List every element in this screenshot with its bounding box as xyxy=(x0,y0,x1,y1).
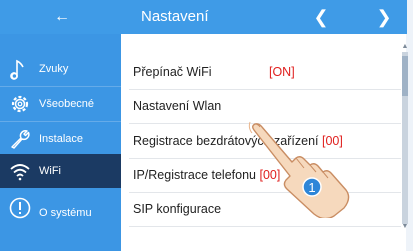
sidebar-item-o-systemu[interactable]: O systému xyxy=(0,191,121,225)
wifi-icon xyxy=(10,164,30,181)
wrench-icon xyxy=(11,130,30,149)
status-value: [ON] xyxy=(268,65,295,79)
settings-screen: ← Nastavení ❮ ❯ Zvuky Všeobecné Instalac… xyxy=(0,0,413,251)
info-icon xyxy=(9,197,31,219)
chevron-right-icon[interactable]: ❯ xyxy=(372,4,396,30)
sidebar: Zvuky Všeobecné Instalace WiFi O systému xyxy=(0,34,121,251)
chevron-left-icon[interactable]: ❮ xyxy=(309,4,333,30)
sidebar-item-label: O systému xyxy=(39,207,92,219)
sidebar-item-zvuky[interactable]: Zvuky xyxy=(0,52,121,86)
sidebar-item-label: Všeobecné xyxy=(39,98,95,110)
sidebar-item-label: Zvuky xyxy=(39,63,69,75)
hand-pointer-icon: 1 xyxy=(248,121,350,218)
sidebar-item-label: WiFi xyxy=(39,165,61,177)
page-title: Nastavení xyxy=(141,8,209,25)
sidebar-item-label: Instalace xyxy=(39,133,84,145)
sidebar-item-wifi[interactable]: WiFi xyxy=(0,154,121,188)
music-note-icon xyxy=(10,59,24,80)
scroll-down-arrow-icon[interactable]: ▼ xyxy=(401,223,409,230)
list-item-wifi-switch[interactable]: Přepínač WiFi [ON] xyxy=(121,56,401,88)
list-item-title: SIP konfigurace xyxy=(133,202,222,216)
list-item-title: IP/Registrace telefonu xyxy=(133,168,256,182)
list-item-title: Přepínač WiFi xyxy=(133,65,212,79)
scrollbar[interactable] xyxy=(402,52,408,224)
sidebar-item-instalace[interactable]: Instalace xyxy=(0,122,121,156)
step-badge-label: 1 xyxy=(308,180,315,195)
list-item-title: Nastavení Wlan xyxy=(133,99,222,113)
scroll-up-arrow-icon[interactable]: ▲ xyxy=(401,43,409,50)
header-bar: ← Nastavení ❮ ❯ xyxy=(0,0,407,34)
scrollbar-thumb[interactable] xyxy=(402,56,408,96)
list-item-label: Přepínač WiFi [ON] xyxy=(133,65,295,80)
sidebar-item-vseobecne[interactable]: Všeobecné xyxy=(0,87,121,121)
divider xyxy=(129,226,401,227)
back-arrow-icon[interactable]: ← xyxy=(50,6,74,28)
gear-icon xyxy=(11,95,29,113)
